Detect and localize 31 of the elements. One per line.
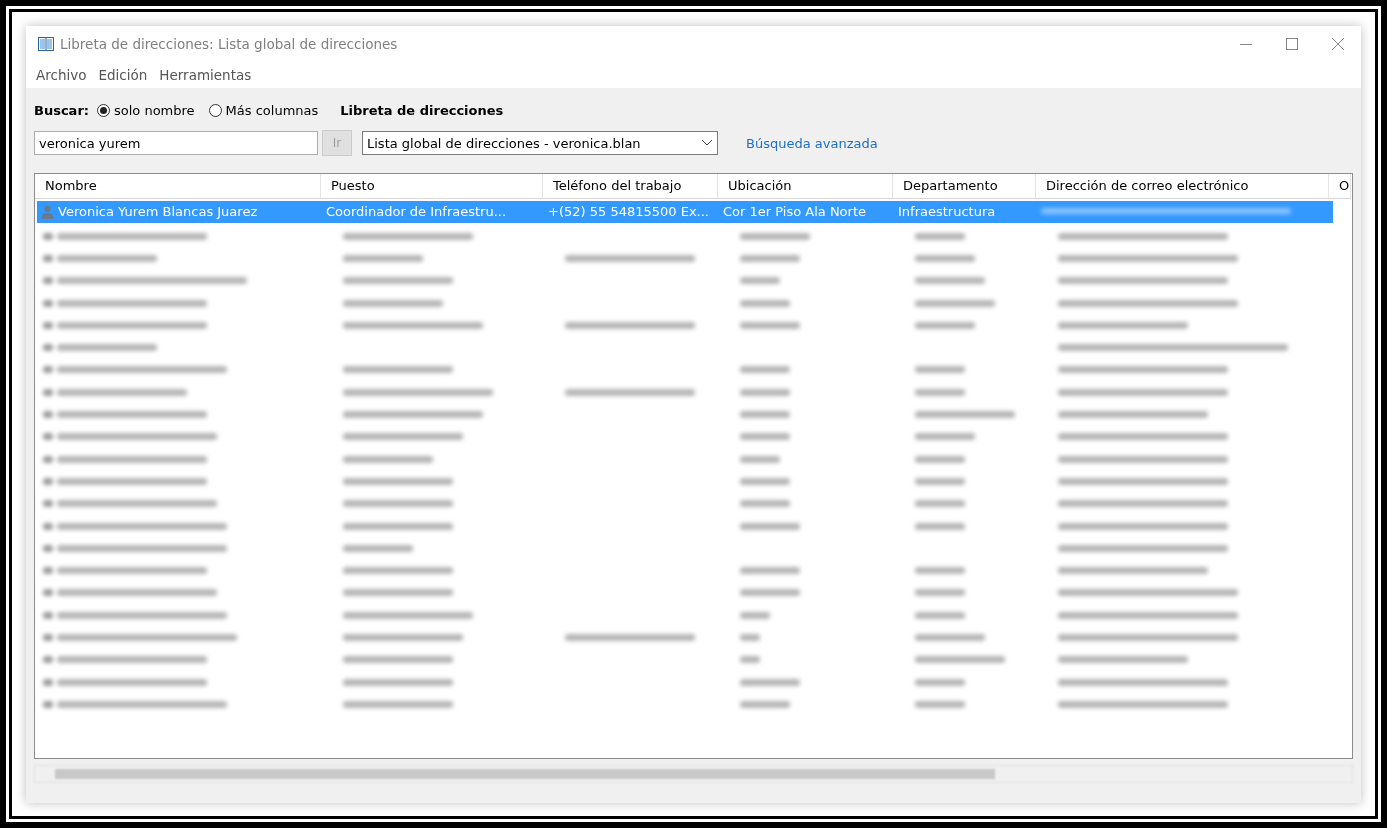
address-book-dropdown[interactable]: Lista global de direcciones - veronica.blan: [362, 131, 718, 155]
menu-item[interactable]: Edición: [92, 67, 154, 83]
table-cell-text: Coordinador de Infraestru...: [325, 203, 508, 221]
table-cell-text: Veronica Yurem Blancas Juarez: [58, 203, 258, 221]
menu-item[interactable]: Herramientas: [153, 67, 258, 83]
column-header[interactable]: Puesto: [321, 174, 543, 199]
menu-item[interactable]: Archivo: [30, 67, 93, 83]
table-cell-text: Cor 1er Piso Ala Norte: [722, 203, 867, 221]
advanced-search-link[interactable]: Búsqueda avanzada: [746, 135, 878, 151]
chevron-down-icon: [701, 139, 713, 147]
column-header[interactable]: Teléfono del trabajo: [543, 174, 718, 199]
maximize-icon: [1286, 38, 1298, 50]
window-title: Libreta de direcciones: Lista global de direcciones: [60, 36, 399, 52]
column-header[interactable]: Departamento: [893, 174, 1036, 199]
close-icon: [1332, 38, 1344, 50]
column-header[interactable]: Ubicación: [718, 174, 893, 199]
table-cell-text: +(52) 55 54815500 Ex...: [547, 203, 710, 221]
radio-label: Más columnas: [225, 102, 319, 118]
radio-button[interactable]: [208, 103, 222, 117]
radio-label: solo nombre: [114, 102, 195, 118]
column-header[interactable]: O: [1329, 174, 1351, 199]
person-icon: [41, 205, 54, 219]
radio-button[interactable]: [97, 103, 110, 117]
search-field[interactable]: veronica yurem: [34, 131, 318, 155]
search-label: Buscar:: [34, 102, 89, 118]
table-cell-text: Infraestructura: [897, 203, 997, 221]
address-book-icon: [38, 37, 54, 51]
column-header[interactable]: Dirección de correo electrónico: [1036, 174, 1329, 199]
horizontal-scrollbar[interactable]: [34, 765, 1353, 783]
address-book-label: Libreta de direcciones: [340, 102, 504, 118]
column-header[interactable]: Nombre: [35, 174, 321, 199]
